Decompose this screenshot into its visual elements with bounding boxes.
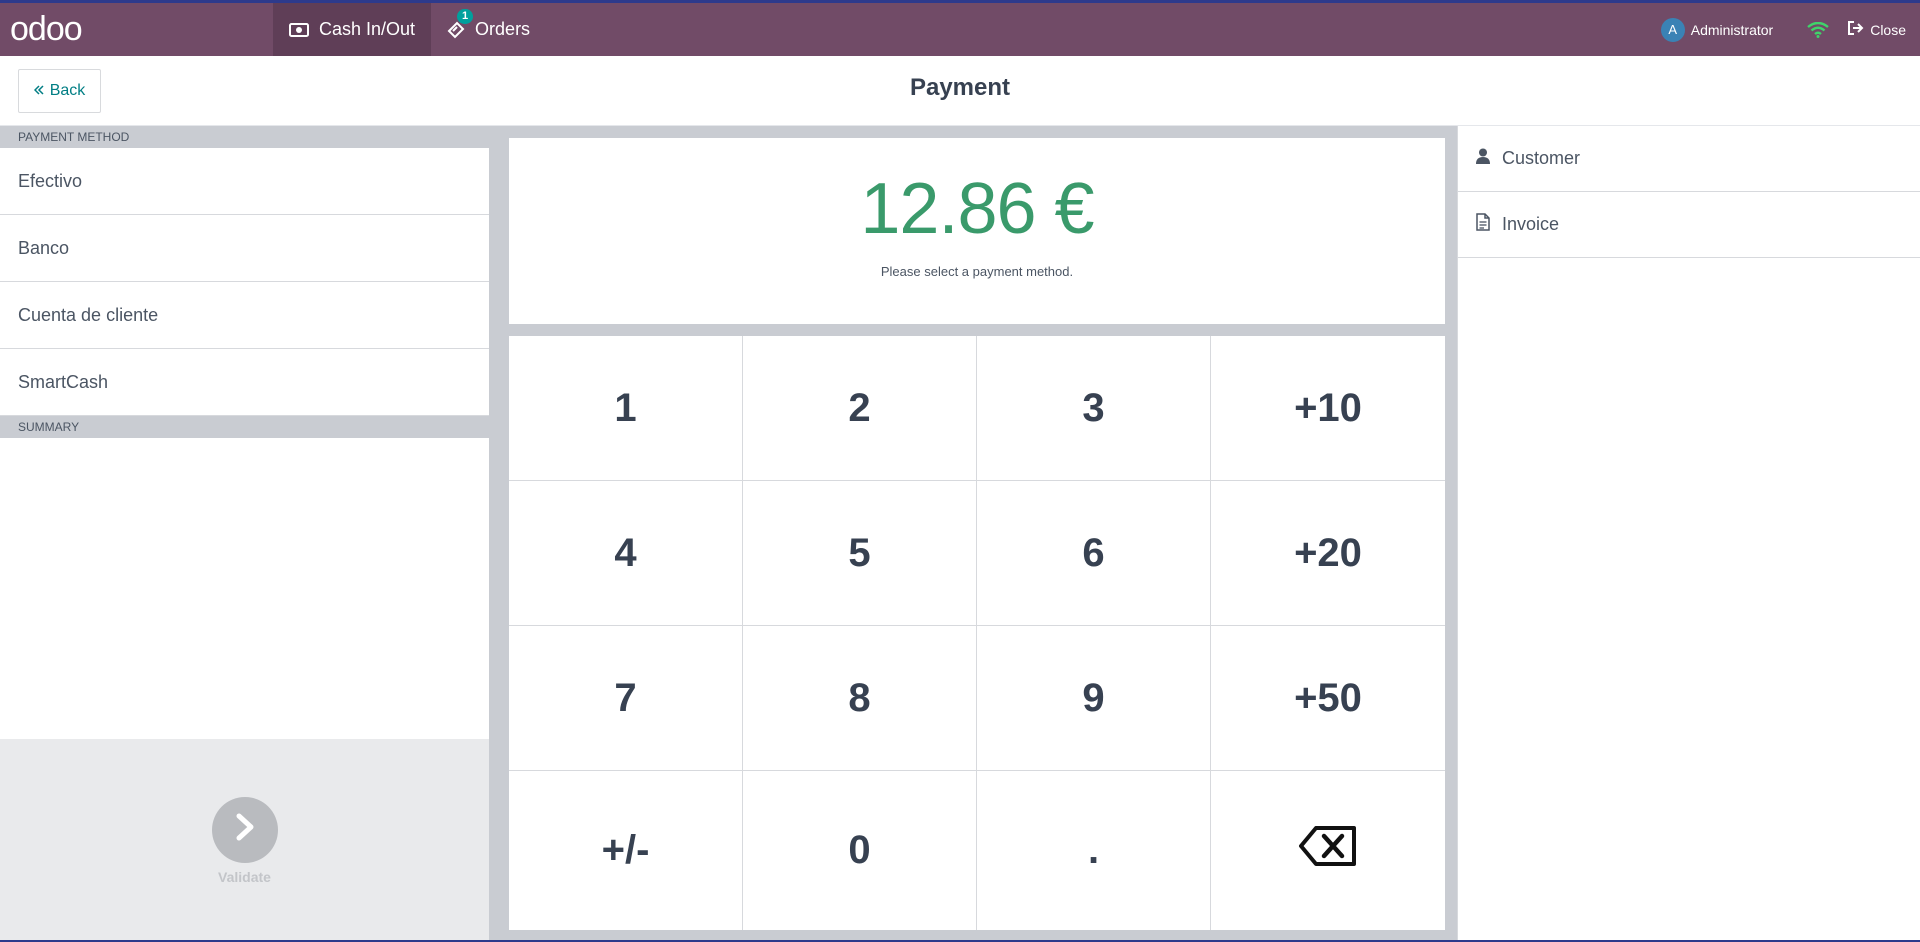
user-icon [1476, 148, 1490, 169]
wifi-icon[interactable] [1789, 21, 1847, 38]
cash-in-out-button[interactable]: Cash In/Out [273, 3, 432, 56]
payment-method-banco[interactable]: Banco [0, 215, 489, 282]
backspace-icon [1298, 825, 1358, 877]
user-menu[interactable]: A Administrator [1645, 17, 1789, 42]
chevron-right-icon [233, 812, 257, 847]
payment-method-section-title: PAYMENT METHOD [0, 126, 489, 148]
invoice-label: Invoice [1502, 214, 1560, 234]
topbar-right: A Administrator Close [1645, 3, 1920, 56]
numpad-key-1[interactable]: 1 [509, 336, 743, 481]
total-amount: 12.86 € [860, 169, 1094, 249]
payment-method-cuenta-de-cliente[interactable]: Cuenta de cliente [0, 282, 489, 349]
customer-label: Customer [1502, 148, 1581, 168]
cash-in-out-label: Cash In/Out [319, 19, 416, 39]
numpad-key-8[interactable]: 8 [743, 626, 977, 771]
invoice-button[interactable]: Invoice [1458, 192, 1920, 258]
payment-method-label: Banco [18, 237, 70, 258]
validate-label: Validate [218, 868, 271, 885]
summary-body [0, 438, 489, 736]
numpad-key-9[interactable]: 9 [977, 626, 1211, 771]
avatar: A [1660, 17, 1685, 42]
odoo-logo: odoo [10, 10, 83, 48]
numpad-key-3[interactable]: 3 [977, 336, 1211, 481]
numpad-key-0[interactable]: 0 [743, 771, 977, 930]
payment-method-label: Efectivo [18, 170, 83, 191]
payment-method-label: SmartCash [18, 371, 109, 392]
payment-method-smartcash[interactable]: SmartCash [0, 349, 489, 416]
top-bar: odoo Cash In/Out 1 Orders A Administrato… [0, 0, 1920, 56]
payment-hint: Please select a payment method. [880, 264, 1074, 279]
payment-methods-panel: PAYMENT METHOD Efectivo Banco Cuenta de … [0, 126, 497, 942]
validate-area: Validate [0, 739, 489, 942]
numpad-key-4[interactable]: 4 [509, 481, 743, 626]
numpad-key-7[interactable]: 7 [509, 626, 743, 771]
payment-method-label: Cuenta de cliente [18, 304, 159, 325]
close-button[interactable]: Close [1847, 20, 1920, 39]
page-title: Payment [909, 74, 1011, 101]
validate-button[interactable] [211, 796, 278, 863]
payment-center-panel: 12.86 € Please select a payment method. … [497, 126, 1457, 942]
customer-button[interactable]: Customer [1458, 126, 1920, 192]
numpad-key-6[interactable]: 6 [977, 481, 1211, 626]
customer-invoice-panel: Customer Invoice [1457, 126, 1920, 942]
orders-button[interactable]: 1 Orders [431, 3, 546, 56]
numpad-key-plus-10[interactable]: +10 [1211, 336, 1445, 481]
close-label: Close [1870, 21, 1906, 38]
numpad-key-decimal[interactable]: . [977, 771, 1211, 930]
numpad: 1 2 3 +10 4 5 6 +20 7 8 9 +50 +/- 0 . [509, 336, 1445, 930]
amount-box: 12.86 € Please select a payment method. [509, 138, 1445, 324]
file-text-icon [1476, 213, 1490, 236]
numpad-key-2[interactable]: 2 [743, 336, 977, 481]
numpad-key-backspace[interactable] [1211, 771, 1445, 930]
numpad-key-5[interactable]: 5 [743, 481, 977, 626]
orders-count-badge: 1 [457, 8, 474, 24]
numpad-key-plus-20[interactable]: +20 [1211, 481, 1445, 626]
payment-method-efectivo[interactable]: Efectivo [0, 148, 489, 215]
ticket-icon: 1 [447, 8, 474, 39]
user-name: Administrator [1690, 21, 1774, 38]
summary-section-title: SUMMARY [0, 416, 489, 438]
numpad-key-plus-minus[interactable]: +/- [509, 771, 743, 930]
numpad-key-plus-50[interactable]: +50 [1211, 626, 1445, 771]
orders-label: Orders [475, 19, 531, 39]
header-row: Back Payment [0, 56, 1920, 126]
money-icon [289, 22, 309, 37]
sign-out-icon [1847, 20, 1865, 39]
